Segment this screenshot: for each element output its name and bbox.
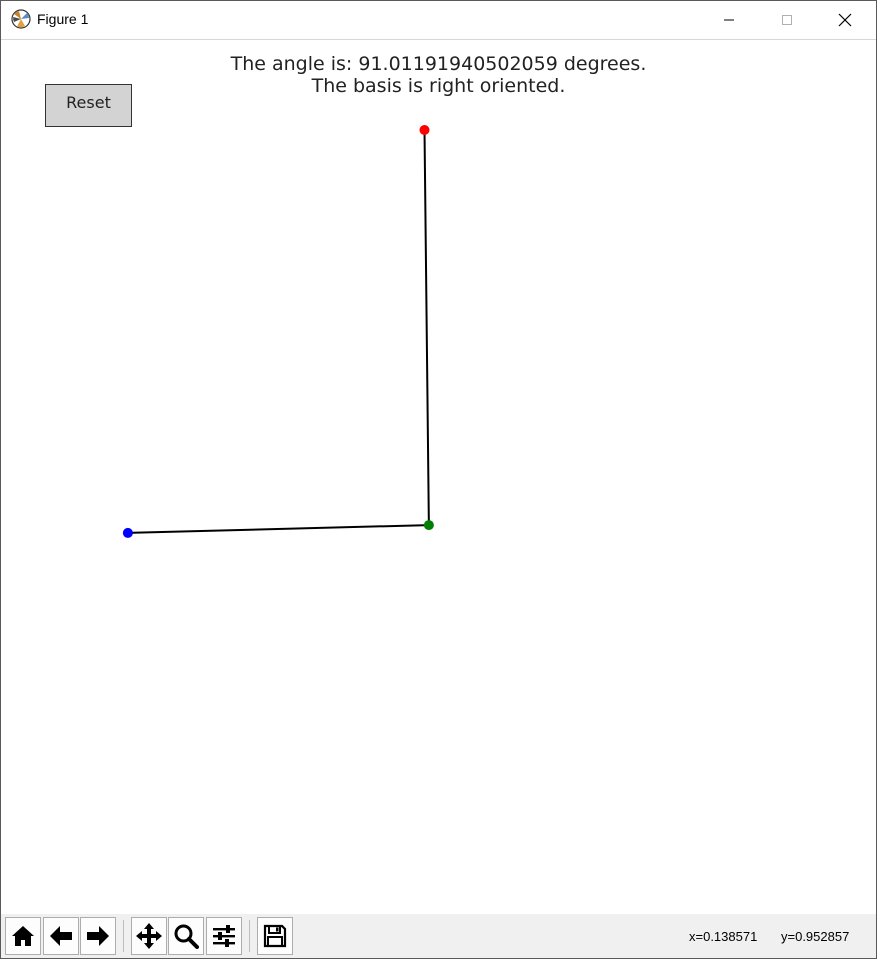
toolbar-separator bbox=[249, 920, 250, 952]
maximize-icon bbox=[782, 15, 792, 25]
matplotlib-icon bbox=[11, 9, 31, 29]
cursor-x-readout: x=0.138571 bbox=[689, 929, 758, 944]
home-button[interactable] bbox=[5, 917, 41, 955]
configure-subplots-button[interactable] bbox=[206, 917, 242, 955]
home-icon bbox=[12, 926, 34, 946]
plot-area[interactable] bbox=[1, 40, 876, 914]
maximize-button[interactable] bbox=[758, 1, 816, 39]
minimize-button[interactable] bbox=[700, 1, 758, 39]
reset-button[interactable]: Reset bbox=[45, 84, 132, 127]
vector-b-line bbox=[423, 130, 430, 526]
vector-b-tip-point[interactable] bbox=[419, 125, 430, 136]
orientation-text: The basis is right oriented. bbox=[311, 75, 566, 97]
close-icon bbox=[838, 13, 852, 27]
back-button[interactable] bbox=[43, 917, 79, 955]
navigation-toolbar: x=0.138571 y=0.952857 bbox=[1, 914, 876, 958]
cursor-y-readout: y=0.952857 bbox=[781, 929, 850, 944]
forward-icon bbox=[87, 926, 109, 946]
pan-icon bbox=[136, 923, 162, 949]
save-button[interactable] bbox=[257, 917, 293, 955]
forward-button[interactable] bbox=[80, 917, 116, 955]
figure-window: Figure 1 The angle is: 91.01191940502059… bbox=[0, 0, 877, 959]
zoom-button[interactable] bbox=[168, 917, 204, 955]
configure-subplots-icon bbox=[213, 925, 235, 947]
figure-canvas[interactable]: The angle is: 91.01191940502059 degrees.… bbox=[1, 40, 876, 914]
zoom-icon bbox=[174, 924, 199, 949]
title-bar[interactable]: Figure 1 bbox=[1, 1, 876, 40]
window-title: Figure 1 bbox=[37, 11, 89, 27]
toolbar-separator bbox=[123, 920, 124, 952]
back-icon bbox=[50, 926, 72, 946]
angle-text: The angle is: 91.01191940502059 degrees. bbox=[230, 53, 647, 75]
pan-button[interactable] bbox=[131, 917, 167, 955]
minimize-icon bbox=[724, 19, 734, 21]
close-button[interactable] bbox=[816, 1, 874, 39]
vector-a-tip-point[interactable] bbox=[122, 527, 133, 538]
vector-a-line bbox=[127, 524, 429, 534]
origin-point[interactable] bbox=[423, 520, 434, 531]
save-icon bbox=[263, 924, 287, 948]
